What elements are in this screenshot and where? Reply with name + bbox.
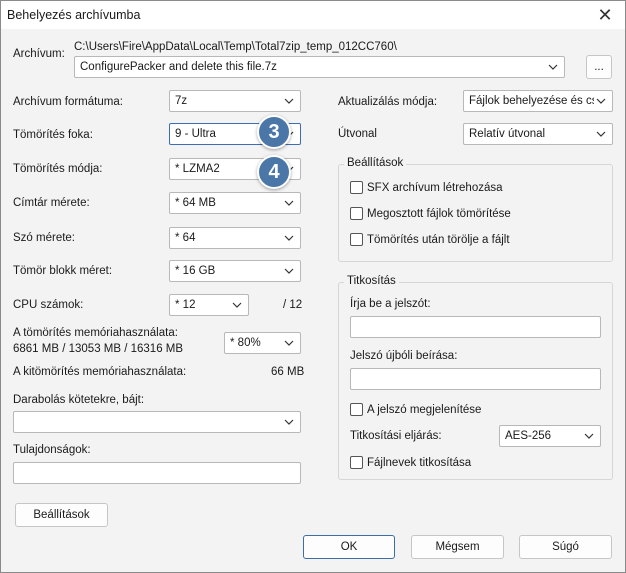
level-label: Tömörítés foka: [13, 129, 93, 141]
ok-button[interactable]: OK [303, 535, 395, 559]
chevron-down-icon [582, 429, 596, 443]
dict-label: Címtár mérete: [13, 197, 90, 209]
chevron-down-icon [282, 264, 296, 278]
close-icon[interactable]: ✕ [595, 5, 615, 25]
word-label: Szó mérete: [13, 232, 75, 244]
path-combo[interactable]: Relatív útvonal [463, 123, 613, 145]
cancel-button[interactable]: Mégsem [411, 535, 504, 559]
split-combo[interactable] [13, 411, 301, 433]
delete-checkbox[interactable] [350, 233, 363, 246]
show-password-checkbox[interactable] [350, 403, 363, 416]
sfx-label: SFX archívum létrehozása [367, 182, 503, 194]
chevron-down-icon [594, 94, 608, 108]
enc-method-combo[interactable]: AES-256 [499, 425, 601, 447]
chevron-down-icon [230, 298, 244, 312]
password-input[interactable] [350, 316, 601, 338]
chevron-down-icon [282, 415, 296, 429]
chevron-down-icon [282, 231, 296, 245]
step-badge-4: 4 [257, 155, 291, 189]
encryption-title: Titkosítás [344, 275, 399, 287]
update-label: Aktualizálás módja: [338, 96, 438, 108]
path-value: Relatív útvonal [469, 128, 546, 140]
format-value: 7z [175, 95, 188, 107]
solid-label: Tömör blokk méret: [13, 265, 113, 277]
encrypt-names-checkbox[interactable] [350, 456, 363, 469]
mem-comp-value: * 80% [230, 337, 261, 349]
help-button[interactable]: Súgó [519, 535, 612, 559]
step-badge-3: 3 [257, 115, 291, 149]
method-label: Tömörítés módja: [13, 163, 103, 175]
word-combo[interactable]: * 64 [169, 227, 301, 249]
cpu-total: / 12 [283, 299, 303, 311]
dialog-window: Behelyezés archívumba ✕ Archívum: C:\Use… [0, 0, 626, 573]
mem-decomp-value: 66 MB [271, 366, 305, 378]
mem-comp-combo[interactable]: * 80% [224, 332, 301, 354]
dict-value: * 64 MB [175, 197, 216, 209]
cpu-value: * 12 [175, 299, 196, 311]
update-combo[interactable]: Fájlok behelyezése és cser [463, 90, 613, 112]
chevron-down-icon [546, 60, 560, 74]
archive-path: C:\Users\Fire\AppData\Local\Temp\Total7z… [74, 41, 397, 53]
chevron-down-icon [282, 94, 296, 108]
browse-button[interactable]: ... [586, 55, 612, 79]
mem-comp-detail: 6861 MB / 13053 MB / 16316 MB [13, 343, 184, 355]
window-title: Behelyezés archívumba [7, 8, 141, 22]
archive-label: Archívum: [13, 48, 65, 60]
chevron-down-icon [282, 336, 296, 350]
mem-comp-label: A tömörítés memóriahasználata: [13, 327, 178, 339]
path-label: Útvonal [338, 128, 377, 140]
props-input[interactable] [13, 462, 301, 484]
password-repeat-input[interactable] [350, 368, 601, 390]
password-label: Írja be a jelszót: [350, 298, 431, 310]
archive-name-value: ConfigurePacker and delete this file.7z [80, 61, 277, 73]
cpu-label: CPU számok: [13, 299, 84, 311]
archive-name-combo[interactable]: ConfigurePacker and delete this file.7z [74, 56, 565, 78]
level-value: 9 - Ultra [175, 128, 216, 140]
format-label: Archívum formátuma: [13, 96, 123, 108]
title-bar: Behelyezés archívumba ✕ [1, 1, 625, 29]
solid-combo[interactable]: * 16 GB [169, 260, 301, 282]
options-title: Beállítások [344, 157, 407, 169]
shared-checkbox[interactable] [350, 207, 363, 220]
enc-method-label: Titkosítási eljárás: [350, 430, 442, 442]
show-password-label: A jelszó megjelenítése [367, 404, 482, 416]
solid-value: * 16 GB [175, 265, 216, 277]
dict-combo[interactable]: * 64 MB [169, 192, 301, 214]
method-value: * LZMA2 [175, 163, 220, 175]
settings-button[interactable]: Beállítások [15, 503, 108, 527]
format-combo[interactable]: 7z [169, 90, 301, 112]
chevron-down-icon [282, 196, 296, 210]
cpu-combo[interactable]: * 12 [169, 294, 249, 316]
word-value: * 64 [175, 232, 196, 244]
shared-label: Megosztott fájlok tömörítése [367, 208, 511, 220]
enc-method-value: AES-256 [505, 430, 552, 442]
delete-label: Tömörítés után törölje a fájlt [367, 234, 510, 246]
split-label: Darabolás kötetekre, bájt: [13, 394, 145, 406]
mem-decomp-label: A kitömörítés memóriahasználata: [13, 366, 187, 378]
sfx-checkbox[interactable] [350, 181, 363, 194]
props-label: Tulajdonságok: [13, 444, 91, 456]
update-value: Fájlok behelyezése és cser [469, 95, 608, 107]
password-repeat-label: Jelszó újbóli beírása: [350, 350, 458, 362]
encrypt-names-label: Fájlnevek titkosítása [367, 457, 472, 469]
chevron-down-icon [594, 127, 608, 141]
